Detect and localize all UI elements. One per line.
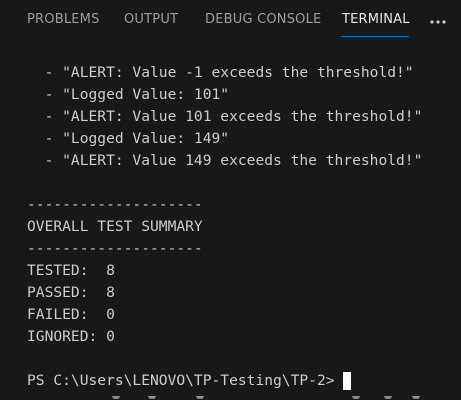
terminal-line: OVERALL TEST SUMMARY [27,218,203,235]
terminal-line: - "ALERT: Value 101 exceeds the threshol… [27,108,423,125]
tab-output[interactable]: OUTPUT [124,12,178,27]
terminal-prompt: PS C:\Users\LENOVO\TP-Testing\TP-2> [27,372,335,389]
status-item-icon [352,396,360,399]
terminal-line: - "Logged Value: 149" [27,130,230,147]
status-item-icon [148,396,156,399]
status-item-icon [112,396,120,399]
panel-tab-bar: PROBLEMS OUTPUT DEBUG CONSOLE TERMINAL [0,0,461,44]
terminal-line: -------------------- [27,196,203,213]
status-item-icon [196,396,204,399]
tab-terminal[interactable]: TERMINAL [342,12,410,27]
terminal-output[interactable]: - "ALERT: Value -1 exceeds the threshold… [0,44,461,400]
terminal-cursor [342,372,351,390]
terminal-prompt-row[interactable]: PS C:\Users\LENOVO\TP-Testing\TP-2> [27,370,351,392]
status-item-icon [384,396,392,399]
terminal-line: FAILED: 0 [27,306,115,323]
terminal-line: - "ALERT: Value 149 exceeds the threshol… [27,152,423,169]
status-bar-edge [0,396,461,400]
terminal-line: -------------------- [27,240,203,257]
terminal-line: - "Logged Value: 101" [27,86,230,103]
terminal-panel: PROBLEMS OUTPUT DEBUG CONSOLE TERMINAL -… [0,0,461,400]
terminal-line: TESTED: 8 [27,262,115,279]
tab-problems[interactable]: PROBLEMS [27,12,100,27]
terminal-line: - "ALERT: Value -1 exceeds the threshold… [27,64,414,81]
tab-debug-console[interactable]: DEBUG CONSOLE [205,12,321,27]
status-item-icon [412,396,420,399]
ellipsis-icon[interactable] [428,10,448,30]
terminal-line: IGNORED: 0 [27,328,115,345]
terminal-line: PASSED: 8 [27,284,115,301]
active-tab-indicator [341,36,409,37]
